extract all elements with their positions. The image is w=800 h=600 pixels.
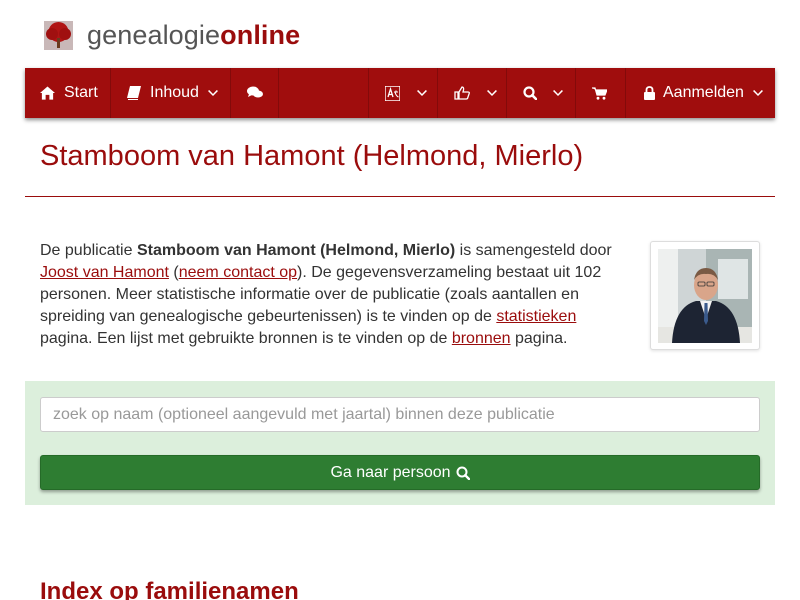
nav-divider — [437, 68, 438, 118]
nav-cart[interactable] — [592, 68, 607, 118]
title-divider — [25, 196, 775, 197]
publication-intro: De publicatie Stamboom van Hamont (Helmo… — [40, 240, 620, 350]
lock-icon — [644, 86, 655, 100]
nav-divider — [368, 68, 369, 118]
intro-text: De publicatie — [40, 242, 137, 259]
page-title: Stamboom van Hamont (Helmond, Mierlo) — [40, 140, 584, 172]
nav-language[interactable] — [385, 68, 427, 118]
site-logo[interactable]: genealogieonline — [44, 18, 300, 52]
cart-icon — [592, 86, 607, 100]
search-icon — [523, 86, 537, 100]
person-search-input[interactable] — [40, 397, 760, 432]
nav-divider — [230, 68, 231, 118]
brand-name-part2: online — [220, 19, 301, 50]
nav-start[interactable]: Start — [40, 68, 98, 118]
nav-contents-label: Inhoud — [150, 84, 199, 101]
sources-link[interactable]: bronnen — [452, 330, 511, 347]
nav-divider — [625, 68, 626, 118]
nav-divider — [110, 68, 111, 118]
intro-text: is samengesteld door — [455, 242, 612, 259]
home-icon — [40, 86, 55, 100]
nav-forum[interactable] — [247, 68, 263, 118]
chevron-down-icon — [752, 89, 763, 96]
search-icon — [456, 466, 470, 480]
author-photo — [658, 249, 752, 343]
main-navbar: Start Inhoud Aanmelden — [25, 68, 775, 118]
tree-logo-icon — [44, 20, 73, 50]
statistics-link[interactable]: statistieken — [496, 308, 576, 325]
nav-divider — [278, 68, 279, 118]
contact-link[interactable]: neem contact op — [179, 264, 297, 281]
intro-text: pagina. — [510, 330, 568, 347]
author-photo-card[interactable] — [650, 241, 760, 350]
thumbs-up-icon — [454, 86, 470, 100]
nav-share[interactable] — [454, 68, 497, 118]
brand-name: genealogieonline — [87, 20, 300, 51]
intro-text: ( — [168, 264, 179, 281]
nav-divider — [506, 68, 507, 118]
go-to-person-button[interactable]: Ga naar persoon — [40, 455, 760, 490]
surname-index-heading: Index op familienamen — [40, 578, 299, 600]
translate-icon — [385, 85, 400, 101]
chevron-down-icon — [487, 89, 497, 96]
person-search-panel: Ga naar persoon — [25, 381, 775, 505]
nav-divider — [575, 68, 576, 118]
chevron-down-icon — [207, 89, 218, 96]
chevron-down-icon — [553, 89, 563, 96]
brand-name-part1: genealogie — [87, 19, 221, 50]
author-link[interactable]: Joost van Hamont — [40, 264, 169, 281]
nav-login-label: Aanmelden — [663, 84, 744, 101]
nav-start-label: Start — [64, 84, 98, 101]
comments-icon — [247, 86, 263, 98]
nav-login[interactable]: Aanmelden — [644, 68, 763, 118]
go-to-person-label: Ga naar persoon — [330, 463, 451, 481]
chevron-down-icon — [417, 89, 427, 96]
book-icon — [127, 86, 141, 100]
intro-text: pagina. Een lijst met gebruikte bronnen … — [40, 330, 452, 347]
publication-name: Stamboom van Hamont (Helmond, Mierlo) — [136, 242, 456, 259]
nav-search[interactable] — [523, 68, 563, 118]
nav-contents[interactable]: Inhoud — [127, 68, 218, 118]
